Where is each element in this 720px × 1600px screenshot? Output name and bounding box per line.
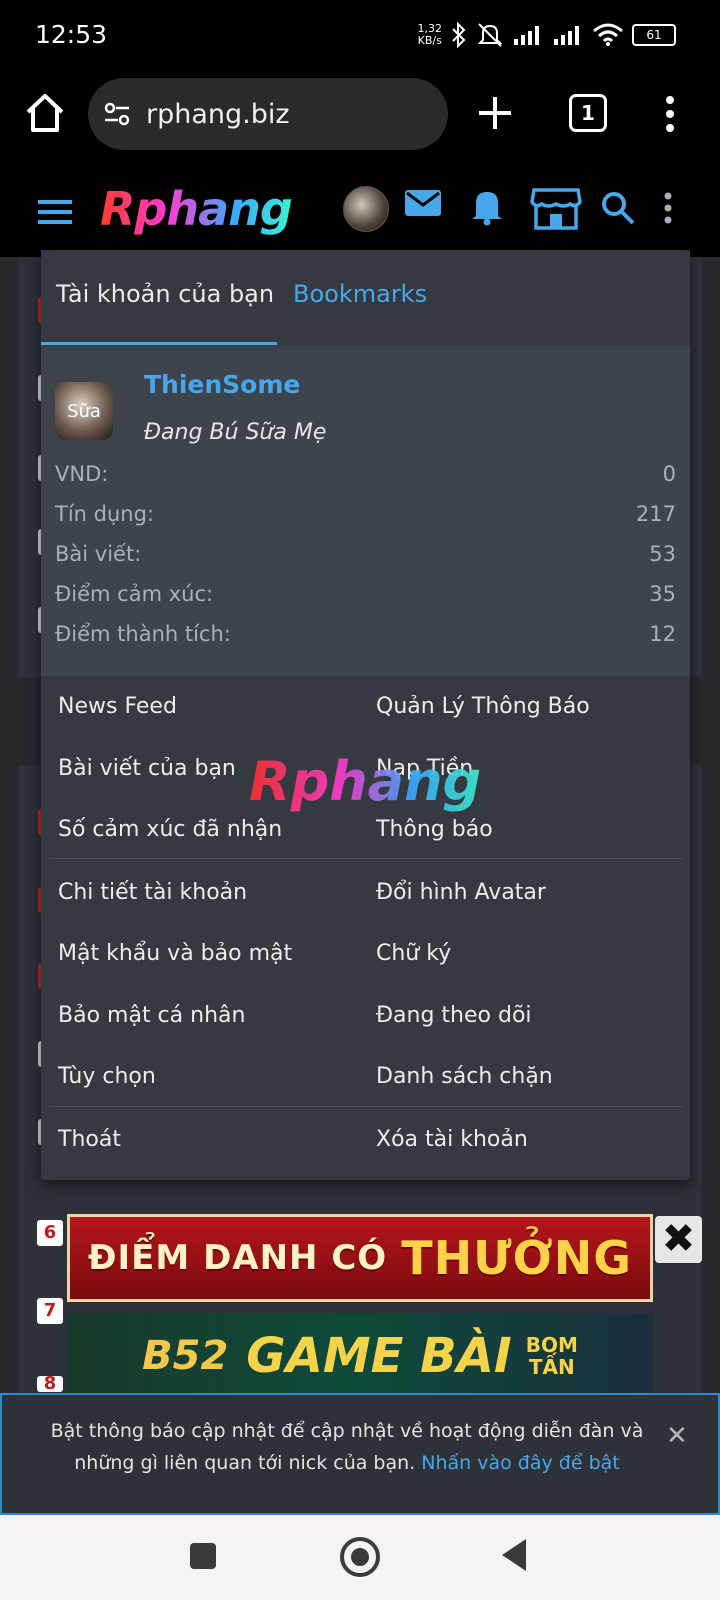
url-text: rphang.biz: [146, 98, 290, 130]
link-notifications[interactable]: Thông báo: [376, 817, 493, 842]
stat-value: 53: [649, 542, 676, 566]
tab-bookmarks[interactable]: Bookmarks: [293, 280, 427, 308]
link-account-details[interactable]: Chi tiết tài khoản: [58, 880, 247, 905]
new-tab-icon[interactable]: [474, 92, 516, 134]
hamburger-menu-icon[interactable]: [36, 196, 74, 228]
stat-label: Điểm cảm xúc:: [55, 582, 214, 606]
status-bar: 12:53 1,32 KB/s 61: [0, 0, 720, 72]
home-icon[interactable]: [22, 90, 68, 136]
signal-icon-2: [554, 26, 579, 45]
link-following[interactable]: Đang theo dõi: [376, 1003, 532, 1028]
bell-icon[interactable]: [469, 186, 505, 226]
link-password-security[interactable]: Mật khẩu và bảo mật: [58, 941, 292, 966]
status-time: 12:53: [35, 20, 108, 49]
stat-label: Tín dụng:: [55, 502, 155, 526]
account-menu-tabs: Tài khoản của bạn Bookmarks: [41, 250, 690, 346]
link-privacy[interactable]: Bảo mật cá nhân: [58, 1003, 245, 1028]
more-options-icon[interactable]: [660, 190, 676, 226]
link-preferences[interactable]: Tùy chọn: [58, 1064, 156, 1089]
rank-badge: 6: [37, 1220, 63, 1246]
link-divider: [49, 1106, 682, 1107]
link-divider: [49, 858, 682, 859]
browser-toolbar: rphang.biz 1: [0, 72, 720, 172]
close-icon[interactable]: ✕: [666, 1421, 688, 1451]
rank-badge: 8: [37, 1376, 63, 1392]
wifi-icon: [593, 23, 623, 46]
link-news-feed[interactable]: News Feed: [58, 694, 177, 719]
profile-status: Đang Bú Sữa Mẹ: [144, 420, 327, 445]
tab-your-account[interactable]: Tài khoản của bạn: [56, 280, 274, 308]
mail-icon[interactable]: [404, 186, 442, 220]
banner-text-highlight: THƯỞNG: [401, 1231, 632, 1285]
enable-notifications-link[interactable]: Nhấn vào đây để bật: [421, 1452, 619, 1474]
link-logout[interactable]: Thoát: [58, 1127, 121, 1152]
site-logo[interactable]: Rphang: [100, 182, 293, 236]
bluetooth-icon: [452, 22, 466, 48]
link-reactions-received[interactable]: Số cảm xúc đã nhận: [58, 817, 282, 842]
banner-brand: B52: [142, 1333, 229, 1379]
ad-banner-game[interactable]: B52 GAME BÀI BOM TẤN: [67, 1313, 653, 1399]
notification-prompt: Bật thông báo cập nhật để cập nhật về ho…: [0, 1393, 720, 1515]
tab-switcher-button[interactable]: 1: [569, 94, 607, 132]
profile-avatar[interactable]: Sữa: [55, 382, 113, 440]
system-navigation-bar: [0, 1515, 720, 1600]
site-settings-icon[interactable]: [102, 99, 132, 129]
link-your-posts[interactable]: Bài viết của bạn: [58, 756, 236, 781]
stat-row-reactions: Điểm cảm xúc: 35: [55, 582, 676, 606]
stat-value: 35: [649, 582, 676, 606]
stat-label: Điểm thành tích:: [55, 622, 231, 646]
browser-menu-icon[interactable]: [660, 92, 680, 136]
link-signature[interactable]: Chữ ký: [376, 941, 451, 966]
ad-banner-checkin[interactable]: ĐIỂM DANH CÓ THƯỞNG: [67, 1214, 653, 1302]
link-manage-notifications[interactable]: Quản Lý Thông Báo: [376, 694, 590, 719]
close-ad-button[interactable]: ✖: [655, 1216, 702, 1263]
stat-row-vnd: VND: 0: [55, 462, 676, 486]
profile-username[interactable]: ThienSome: [144, 370, 300, 399]
stat-row-trophy-points: Điểm thành tích: 12: [55, 622, 676, 646]
network-speed: 1,32 KB/s: [417, 22, 443, 47]
stat-row-posts: Bài viết: 53: [55, 542, 676, 566]
address-bar[interactable]: rphang.biz: [88, 78, 448, 150]
home-button[interactable]: [340, 1537, 380, 1577]
banner-side-text: BOM TẤN: [525, 1333, 578, 1379]
account-menu: Tài khoản của bạn Bookmarks Sữa ThienSom…: [41, 250, 690, 1180]
store-icon[interactable]: [530, 186, 582, 230]
signal-icon-1: [514, 26, 539, 45]
stat-value: 0: [662, 462, 676, 486]
stat-row-credits: Tín dụng: 217: [55, 502, 676, 526]
recent-apps-button[interactable]: [190, 1543, 216, 1569]
notification-prompt-text: Bật thông báo cập nhật để cập nhật về ho…: [50, 1420, 644, 1474]
site-header: Rphang: [0, 172, 720, 257]
stat-value: 217: [635, 502, 676, 526]
silent-bell-icon: [477, 23, 503, 47]
status-icons: 1,32 KB/s 61: [417, 22, 676, 48]
link-delete-account[interactable]: Xóa tài khoản: [376, 1127, 528, 1152]
profile-summary: Sữa ThienSome Đang Bú Sữa Mẹ VND: 0 Tín …: [41, 346, 690, 676]
link-ignore-list[interactable]: Danh sách chặn: [376, 1064, 553, 1089]
active-tab-indicator: [41, 342, 277, 345]
back-button[interactable]: [502, 1539, 526, 1571]
link-change-avatar[interactable]: Đổi hình Avatar: [376, 880, 546, 905]
search-icon[interactable]: [600, 190, 636, 226]
banner-text: ĐIỂM DANH CÓ: [88, 1238, 388, 1278]
stat-value: 12: [649, 622, 676, 646]
stat-label: Bài viết:: [55, 542, 142, 566]
banner-headline: GAME BÀI: [246, 1328, 512, 1384]
rank-badge: 7: [37, 1298, 63, 1324]
avatar-text: Sữa: [67, 400, 101, 422]
user-avatar[interactable]: [343, 186, 389, 232]
battery-icon: 61: [632, 24, 676, 46]
stat-label: VND:: [55, 462, 109, 486]
link-deposit[interactable]: Nạp Tiền: [376, 756, 473, 781]
